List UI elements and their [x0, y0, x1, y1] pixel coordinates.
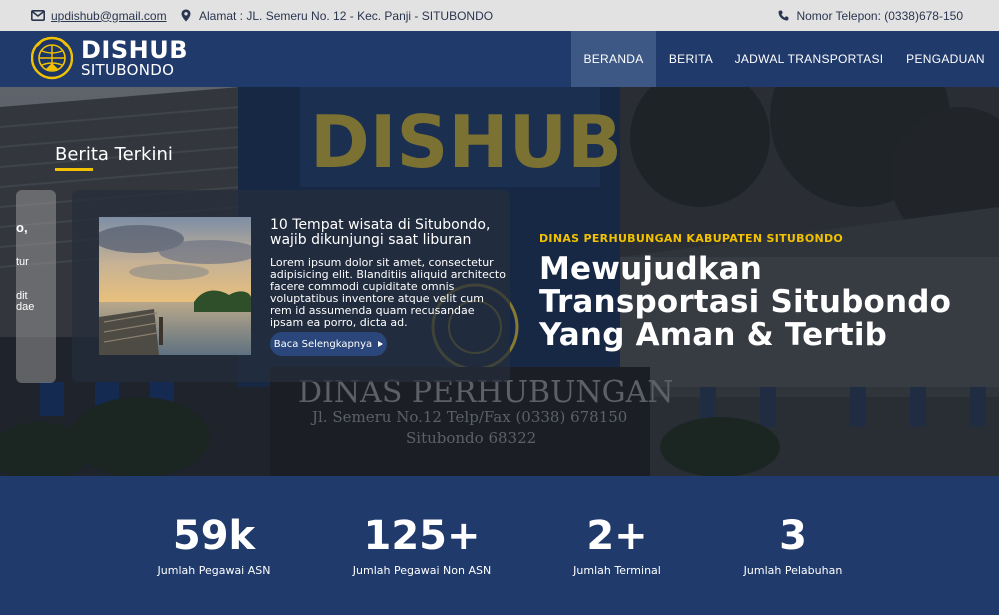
map-pin-icon — [179, 9, 193, 23]
news-card-image — [99, 217, 251, 355]
hero-section: DISHUB DINAS PERHUBUNGAN Jl. Semeru No.1… — [0, 87, 999, 476]
read-more-label: Baca Selengkapnya — [273, 338, 373, 350]
news-card-excerpt: Lorem ipsum dolor sit amet, consectetur … — [270, 256, 506, 329]
envelope-icon — [31, 9, 45, 23]
stat-value: 2+ — [586, 513, 648, 559]
stat-label: Jumlah Pegawai ASN — [157, 564, 271, 577]
stat-value: 125+ — [363, 513, 481, 559]
section-title-underline — [55, 168, 93, 171]
section-title-berita: Berita Terkini — [55, 144, 173, 165]
phone-contact[interactable]: Nomor Telepon: (0338)678-150 — [776, 0, 963, 31]
stat-pegawai-asn: 59k Jumlah Pegawai ASN — [114, 512, 314, 577]
main-navbar: DISHUB SITUBONDO BERANDA BERITA JADWAL T… — [0, 31, 999, 87]
read-more-button[interactable]: Baca Selengkapnya — [270, 332, 387, 356]
news-card-title[interactable]: 10 Tempat wisata di Situbondo, wajib dik… — [270, 218, 495, 248]
news-card-previous-fragment: o, — [16, 220, 28, 235]
news-card[interactable]: 10 Tempat wisata di Situbondo, wajib dik… — [72, 190, 510, 382]
phone-icon — [776, 9, 790, 23]
hero-heading: Mewujudkan Transportasi Situbondo Yang A… — [539, 251, 952, 353]
email-contact[interactable]: updishub@gmail.com — [31, 0, 167, 31]
stat-pelabuhan: 3 Jumlah Pelabuhan — [693, 512, 893, 577]
phone-text[interactable]: Nomor Telepon: (0338)678-150 — [796, 9, 963, 23]
play-arrow-icon — [378, 341, 384, 347]
nav-jadwal-transportasi[interactable]: JADWAL TRANSPORTASI — [726, 31, 892, 87]
stat-pegawai-non-asn: 125+ Jumlah Pegawai Non ASN — [322, 512, 522, 577]
top-contact-bar: updishub@gmail.com Alamat : JL. Semeru N… — [0, 0, 999, 31]
hero-kicker: DINAS PERHUBUNGAN KABUPATEN SITUBONDO — [539, 232, 844, 245]
nav-pengaduan[interactable]: PENGADUAN — [892, 31, 999, 87]
stat-terminal: 2+ Jumlah Terminal — [517, 512, 717, 577]
site-logo[interactable]: DISHUB SITUBONDO — [31, 36, 188, 80]
news-card-previous-fragment: dae — [16, 301, 35, 313]
dishub-emblem-icon — [31, 36, 73, 80]
stat-value: 59k — [172, 513, 256, 559]
news-card-previous[interactable]: o, tur dit dae — [16, 190, 56, 383]
nav-berita[interactable]: BERITA — [656, 31, 726, 87]
stat-label: Jumlah Terminal — [573, 564, 661, 577]
logo-title: DISHUB — [81, 36, 189, 64]
stat-label: Jumlah Pegawai Non ASN — [352, 564, 492, 577]
logo-subtitle: SITUBONDO — [81, 61, 175, 79]
news-card-previous-fragment: tur — [16, 256, 29, 268]
stat-value: 3 — [779, 513, 807, 559]
address-contact: Alamat : JL. Semeru No. 12 - Kec. Panji … — [179, 0, 493, 31]
stats-section: 59k Jumlah Pegawai ASN 125+ Jumlah Pegaw… — [0, 476, 999, 615]
email-link[interactable]: updishub@gmail.com — [51, 9, 167, 23]
stat-label: Jumlah Pelabuhan — [743, 564, 843, 577]
address-text: Alamat : JL. Semeru No. 12 - Kec. Panji … — [199, 8, 494, 23]
nav-beranda[interactable]: BERANDA — [571, 31, 656, 87]
